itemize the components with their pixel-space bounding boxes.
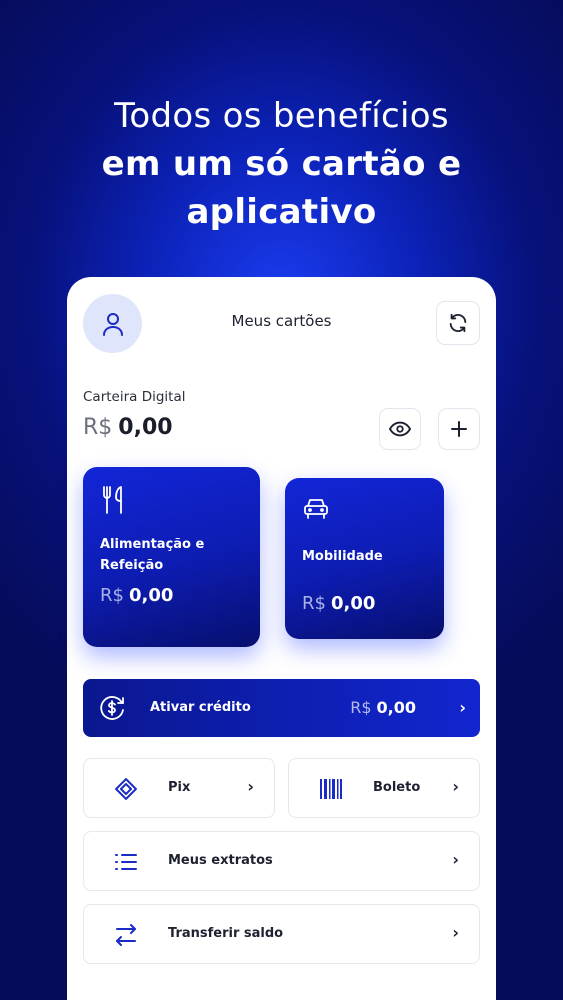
card-amount: 0,00 [330, 593, 376, 614]
fork-knife-icon [103, 486, 122, 514]
eye-icon [389, 421, 411, 437]
pix-icon [115, 778, 137, 800]
boleto-button[interactable]: Boleto › [288, 758, 480, 818]
card-currency: R$ [302, 593, 326, 614]
activate-currency: R$ [350, 698, 372, 717]
activate-credit-button[interactable]: Ativar crédito R$ 0,00 › [83, 679, 480, 737]
transfer-balance-label: Transferir saldo [168, 926, 284, 941]
list-icon [115, 854, 137, 870]
card-alimentacao[interactable]: Alimentação e Refeição R$ 0,00 [83, 467, 260, 647]
headline-line-3: aplicativo [186, 192, 377, 232]
card-currency: R$ [100, 585, 124, 606]
card-amount: 0,00 [128, 585, 174, 606]
headline: Todos os benefícios em um só cartão e ap… [0, 92, 563, 236]
card-balance: R$ 0,00 [100, 585, 173, 606]
activate-credit-label: Ativar crédito [150, 700, 251, 715]
refresh-button[interactable] [436, 301, 480, 345]
chevron-right-icon: › [452, 923, 459, 942]
dollar-circle-icon [100, 696, 124, 720]
transfer-icon [116, 924, 136, 946]
boleto-label: Boleto [373, 780, 421, 795]
toggle-balance-button[interactable] [379, 408, 421, 450]
chevron-right-icon: › [452, 777, 459, 796]
wallet-label: Carteira Digital [83, 389, 186, 405]
card-mobilidade[interactable]: Mobilidade R$ 0,00 [285, 478, 444, 639]
headline-line-1: Todos os benefícios [114, 96, 449, 136]
plus-icon [451, 421, 467, 437]
pix-label: Pix [168, 780, 191, 795]
chevron-right-icon: › [247, 777, 254, 796]
pix-button[interactable]: Pix › [83, 758, 275, 818]
wallet-currency: R$ [83, 415, 113, 440]
add-button[interactable] [438, 408, 480, 450]
wallet-amount: 0,00 [118, 415, 173, 440]
chevron-right-icon: › [452, 850, 459, 869]
card-name: Alimentação e Refeição [100, 537, 205, 573]
card-balance: R$ 0,00 [302, 593, 375, 614]
statements-label: Meus extratos [168, 853, 273, 868]
activate-credit-amount: R$ 0,00 [350, 698, 416, 717]
wallet-balance: R$ 0,00 [83, 415, 173, 440]
card-name: Mobilidade [302, 549, 383, 564]
app-header: Meus cartões [83, 294, 480, 354]
app-screen: Meus cartões Carteira Digital R$ 0,00 Al… [67, 277, 496, 1000]
barcode-icon [320, 779, 342, 799]
statements-button[interactable]: Meus extratos › [83, 831, 480, 891]
transfer-balance-button[interactable]: Transferir saldo › [83, 904, 480, 964]
page-title: Meus cartões [231, 312, 332, 330]
headline-line-2: em um só cartão e [101, 144, 462, 184]
car-icon [304, 499, 328, 519]
chevron-right-icon: › [459, 698, 466, 717]
activate-value: 0,00 [376, 698, 416, 717]
refresh-icon [449, 313, 467, 333]
